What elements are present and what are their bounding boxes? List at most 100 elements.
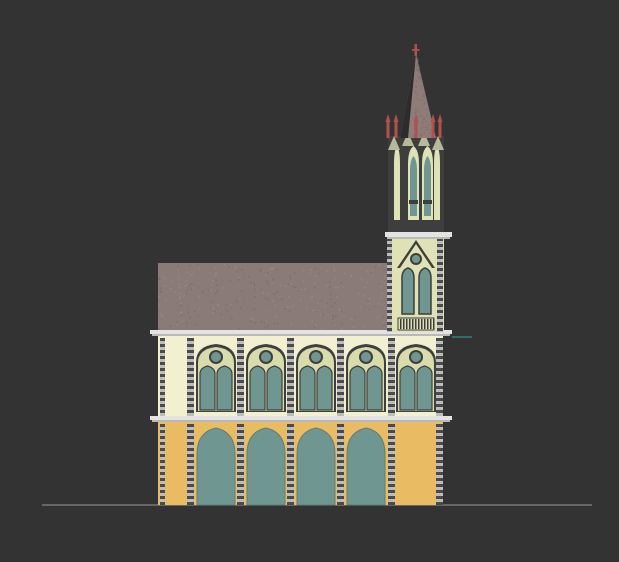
roof-texture-speck: [253, 284, 256, 286]
roof-texture-speck: [311, 295, 313, 298]
roof-texture-speck: [370, 271, 372, 274]
roof-texture-speck: [251, 317, 254, 320]
lower-pier-band: [388, 490, 395, 493]
roof-texture-speck: [360, 278, 363, 280]
upper-pier-band: [237, 362, 244, 365]
spire-texture-speck: [413, 112, 416, 114]
lower-pier-band: [187, 490, 194, 493]
roof-texture-speck: [290, 323, 292, 325]
roof-texture-speck: [353, 326, 355, 328]
lower-pier-band: [160, 436, 165, 439]
spire-texture-speck: [423, 118, 425, 120]
lower-pier-band: [436, 478, 443, 481]
roof-texture-speck: [365, 281, 368, 283]
roof-texture-speck: [326, 302, 328, 304]
lower-pier-band: [436, 496, 443, 499]
roof-texture-speck: [380, 292, 383, 295]
roof-texture-speck: [343, 272, 346, 275]
spire-texture-speck: [417, 65, 419, 67]
spire-texture-speck: [425, 126, 427, 128]
lower-pier-band: [337, 460, 344, 463]
upper-pier-band: [388, 344, 395, 347]
lower-pier-band: [187, 430, 194, 433]
roof-texture-speck: [335, 286, 337, 289]
spire-texture-speck: [416, 63, 418, 65]
roof-texture-speck: [163, 285, 166, 287]
upper-pier-band: [436, 350, 443, 353]
lower-pier-band: [337, 454, 344, 457]
lower-pier-band: [287, 448, 294, 451]
spire-texture-speck: [418, 71, 420, 73]
roof-texture-speck: [264, 320, 267, 322]
upper-pier-band: [337, 344, 344, 347]
upper-pier-band: [337, 350, 344, 353]
spire-texture-speck: [423, 116, 425, 119]
tower-cornice-shadow: [387, 237, 450, 239]
roof-texture-speck: [321, 300, 323, 302]
lower-pier-band: [237, 466, 244, 469]
roof-texture-speck: [332, 322, 334, 325]
tower-base-pier-right-band: [437, 244, 443, 247]
spire-texture-speck: [414, 109, 416, 111]
roof-texture-speck: [262, 292, 265, 295]
roof-texture-speck: [254, 296, 256, 298]
spire-texture-speck: [415, 86, 417, 88]
roof-texture-speck: [363, 294, 365, 297]
roof-texture-speck: [199, 268, 201, 271]
rose-window-glass: [361, 352, 371, 362]
roof-texture-speck: [189, 264, 191, 267]
tower-base-pier-right-band: [437, 280, 443, 283]
upper-pier-band: [436, 410, 443, 413]
roof-texture-speck: [382, 324, 385, 326]
roof-texture-speck: [378, 264, 380, 266]
upper-pier-band: [337, 356, 344, 359]
upper-pier-band: [388, 356, 395, 359]
roof-texture-speck: [207, 289, 210, 292]
upper-pier-band: [237, 350, 244, 353]
upper-pier-band: [337, 386, 344, 389]
tower-base-pier-right-band: [437, 310, 443, 313]
roof-texture-speck: [329, 286, 331, 288]
roof-texture-speck: [309, 272, 312, 275]
upper-pier-band: [287, 350, 294, 353]
lower-pier-band: [187, 484, 194, 487]
roof-texture-speck: [260, 268, 262, 271]
roof-texture-speck: [250, 281, 252, 284]
roof-texture-speck: [272, 278, 274, 281]
roof-texture-speck: [324, 305, 326, 308]
lower-arch: [246, 427, 286, 506]
lower-pier-band: [187, 454, 194, 457]
roof-texture-speck: [340, 282, 342, 284]
roof-texture-speck: [196, 264, 199, 266]
lower-pier-band: [337, 478, 344, 481]
roof-texture-speck: [187, 311, 190, 313]
lower-pier-band: [337, 490, 344, 493]
roof-texture-speck: [326, 284, 328, 287]
upper-pier-band: [388, 338, 395, 341]
roof-texture-speck: [378, 302, 380, 305]
roof-texture-speck: [193, 310, 196, 312]
roof-texture-speck: [310, 297, 312, 300]
roof-texture-speck: [186, 289, 189, 291]
upper-pier-band: [436, 398, 443, 401]
spire-texture-speck: [420, 127, 423, 129]
roof-texture-speck: [159, 287, 162, 289]
roof-texture-speck: [234, 265, 237, 268]
upper-pier-band: [160, 404, 165, 407]
roof-texture-speck: [333, 268, 336, 270]
roof-texture-speck: [383, 269, 386, 271]
roof-texture-speck: [297, 290, 300, 292]
roof-texture-speck: [254, 288, 256, 291]
roof-texture-speck: [239, 297, 241, 300]
roof-texture-speck: [178, 277, 180, 280]
roof-texture-speck: [223, 264, 226, 266]
upper-pier-band: [187, 374, 194, 377]
tower-base-pier-left-band: [387, 256, 392, 259]
roof-texture-speck: [250, 318, 252, 321]
roof-texture-speck: [253, 308, 256, 310]
upper-pier-band: [287, 410, 294, 413]
roof-texture-speck: [198, 295, 200, 298]
lower-pier-band: [160, 472, 165, 475]
lower-pier-band: [237, 436, 244, 439]
upper-pier-band: [160, 410, 165, 413]
